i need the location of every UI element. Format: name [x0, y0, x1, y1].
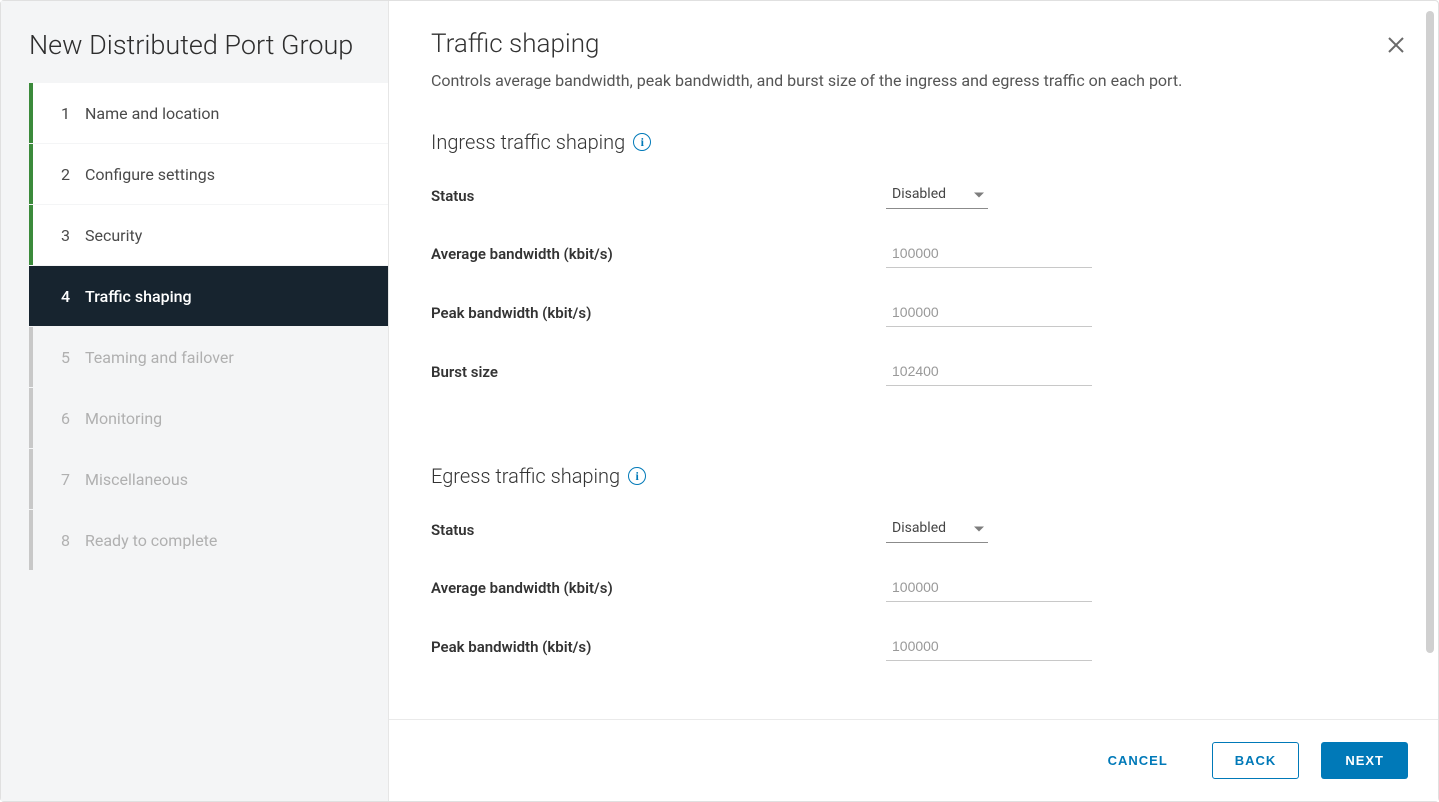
egress-status-row: Status Disabled: [431, 516, 1396, 543]
select-value: Disabled: [892, 520, 946, 536]
ingress-burst-input[interactable]: [886, 357, 1092, 386]
step-configure-settings[interactable]: 2 Configure settings: [29, 144, 388, 204]
egress-peak-bw-input[interactable]: [886, 632, 1092, 661]
step-label: Miscellaneous: [85, 470, 188, 489]
step-ready-to-complete: 8 Ready to complete: [29, 510, 388, 570]
ingress-avg-bw-row: Average bandwidth (kbit/s): [431, 239, 1396, 268]
scrollbar[interactable]: [1426, 11, 1434, 701]
wizard-footer: CANCEL BACK NEXT: [389, 719, 1438, 801]
step-miscellaneous: 7 Miscellaneous: [29, 449, 388, 509]
egress-section-title: Egress traffic shaping i: [431, 464, 1396, 488]
egress-status-label: Status: [431, 521, 886, 539]
egress-peak-bw-label: Peak bandwidth (kbit/s): [431, 638, 886, 656]
ingress-burst-row: Burst size: [431, 357, 1396, 386]
section-title-text: Egress traffic shaping: [431, 464, 620, 488]
wizard-title: New Distributed Port Group: [1, 1, 388, 83]
step-monitoring: 6 Monitoring: [29, 388, 388, 448]
step-number: 3: [61, 226, 83, 245]
ingress-peak-bw-label: Peak bandwidth (kbit/s): [431, 304, 886, 322]
close-button[interactable]: [1384, 33, 1408, 57]
egress-peak-bw-row: Peak bandwidth (kbit/s): [431, 632, 1396, 661]
scrollbar-thumb[interactable]: [1426, 11, 1434, 653]
ingress-peak-bw-input[interactable]: [886, 298, 1092, 327]
egress-avg-bw-label: Average bandwidth (kbit/s): [431, 579, 886, 597]
egress-status-select[interactable]: Disabled: [886, 516, 988, 543]
step-number: 8: [61, 531, 83, 550]
step-number: 2: [61, 165, 83, 184]
step-number: 5: [61, 348, 83, 367]
egress-avg-bw-row: Average bandwidth (kbit/s): [431, 573, 1396, 602]
step-number: 1: [61, 104, 83, 123]
step-security[interactable]: 3 Security: [29, 205, 388, 265]
next-button[interactable]: NEXT: [1321, 742, 1408, 779]
step-number: 7: [61, 470, 83, 489]
ingress-status-row: Status Disabled: [431, 182, 1396, 209]
ingress-section-title: Ingress traffic shaping i: [431, 130, 1396, 154]
ingress-peak-bw-row: Peak bandwidth (kbit/s): [431, 298, 1396, 327]
info-icon[interactable]: i: [633, 133, 651, 151]
wizard-sidebar: New Distributed Port Group 1 Name and lo…: [1, 1, 389, 801]
page-title: Traffic shaping: [431, 29, 1396, 59]
step-traffic-shaping[interactable]: 4 Traffic shaping: [29, 266, 388, 326]
step-label: Monitoring: [85, 409, 162, 428]
info-icon[interactable]: i: [628, 467, 646, 485]
step-number: 6: [61, 409, 83, 428]
content-area: Traffic shaping Controls average bandwid…: [389, 1, 1438, 719]
step-label: Security: [85, 226, 142, 245]
step-number: 4: [61, 287, 83, 306]
ingress-avg-bw-input[interactable]: [886, 239, 1092, 268]
section-title-text: Ingress traffic shaping: [431, 130, 625, 154]
step-label: Ready to complete: [85, 531, 217, 550]
step-name-and-location[interactable]: 1 Name and location: [29, 83, 388, 143]
step-label: Teaming and failover: [85, 348, 234, 367]
wizard-main: Traffic shaping Controls average bandwid…: [389, 1, 1438, 801]
ingress-burst-label: Burst size: [431, 363, 886, 381]
wizard-dialog: New Distributed Port Group 1 Name and lo…: [0, 0, 1439, 802]
select-value: Disabled: [892, 186, 946, 202]
back-button[interactable]: BACK: [1212, 742, 1300, 779]
ingress-status-select[interactable]: Disabled: [886, 182, 988, 209]
close-icon: [1387, 36, 1405, 54]
wizard-steps: 1 Name and location 2 Configure settings…: [1, 83, 388, 571]
page-description: Controls average bandwidth, peak bandwid…: [431, 71, 1396, 90]
step-teaming-and-failover: 5 Teaming and failover: [29, 327, 388, 387]
egress-avg-bw-input[interactable]: [886, 573, 1092, 602]
ingress-avg-bw-label: Average bandwidth (kbit/s): [431, 245, 886, 263]
step-label: Configure settings: [85, 165, 215, 184]
cancel-button[interactable]: CANCEL: [1086, 742, 1190, 779]
step-label: Traffic shaping: [85, 287, 192, 306]
ingress-status-label: Status: [431, 187, 886, 205]
step-label: Name and location: [85, 104, 219, 123]
